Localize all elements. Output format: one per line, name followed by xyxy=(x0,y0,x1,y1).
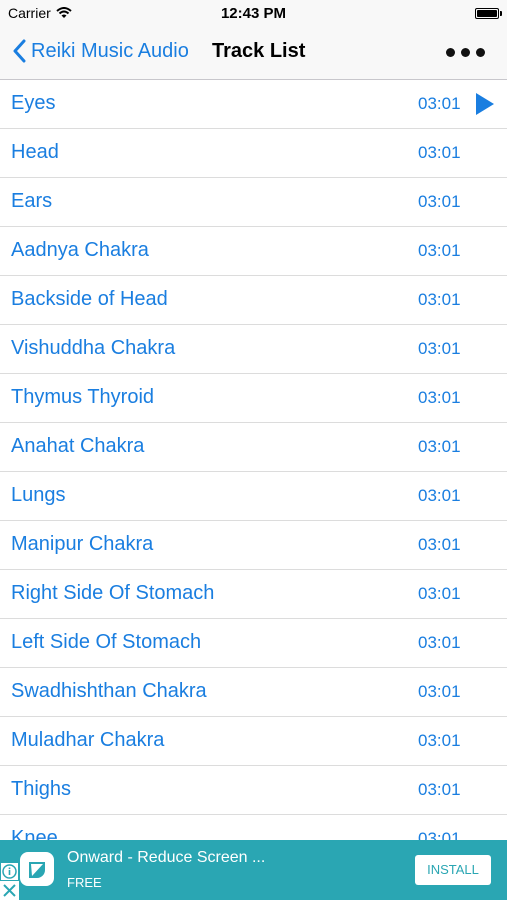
track-duration: 03:01 xyxy=(418,633,461,652)
track-row[interactable]: Lungs 03:01 xyxy=(0,472,507,521)
track-row[interactable]: Anahat Chakra 03:01 xyxy=(0,423,507,472)
track-duration: 03:01 xyxy=(418,339,461,358)
screen: Carrier 12:43 PM Reiki Music Audio Track… xyxy=(0,0,507,900)
back-label: Reiki Music Audio xyxy=(31,39,189,62)
track-row[interactable]: Eyes 03:01 xyxy=(0,80,507,129)
track-name: Lungs xyxy=(11,484,66,506)
track-duration: 03:01 xyxy=(418,94,461,113)
track-name: Thighs xyxy=(11,778,72,800)
more-dot xyxy=(476,48,485,57)
more-dots-icon[interactable] xyxy=(446,48,485,57)
battery-level xyxy=(477,10,497,17)
track-duration: 03:01 xyxy=(418,829,461,840)
track-duration: 03:01 xyxy=(418,290,461,309)
track-name: Left Side Of Stomach xyxy=(11,631,202,653)
page-title: Track List xyxy=(212,40,306,62)
track-name: Head xyxy=(11,141,59,163)
track-name: Thymus Thyroid xyxy=(11,386,155,408)
track-duration: 03:01 xyxy=(418,584,461,603)
status-bar: Carrier 12:43 PM xyxy=(0,0,507,28)
track-row[interactable]: Manipur Chakra 03:01 xyxy=(0,521,507,570)
status-time: 12:43 PM xyxy=(220,5,287,22)
track-name: Swadhishthan Chakra xyxy=(11,680,207,702)
track-duration: 03:01 xyxy=(418,241,461,260)
track-list: Eyes 03:01 Head 03:01 Ears 03:01 Aadnya Chakra… xyxy=(0,80,507,840)
track-name: Ears xyxy=(11,190,53,212)
battery-icon xyxy=(475,8,499,19)
track-name: Right Side Of Stomach xyxy=(11,582,215,604)
track-row[interactable]: Aadnya Chakra 03:01 xyxy=(0,227,507,276)
battery-tip xyxy=(500,11,502,16)
navigation-bar: Reiki Music Audio Track List xyxy=(0,28,507,80)
chevron-left-icon xyxy=(13,39,26,63)
play-icon[interactable] xyxy=(475,92,495,116)
more-dot xyxy=(461,48,470,57)
track-duration: 03:01 xyxy=(418,682,461,701)
track-duration: 03:01 xyxy=(418,388,461,407)
ad-info-icon[interactable] xyxy=(0,862,19,881)
ad-title: Onward - Reduce Screen ... xyxy=(67,849,266,866)
ad-close-icon[interactable] xyxy=(0,881,19,900)
track-row[interactable]: Right Side Of Stomach 03:01 xyxy=(0,570,507,619)
track-row[interactable]: Swadhishthan Chakra 03:01 xyxy=(0,668,507,717)
track-row[interactable]: Head 03:01 xyxy=(0,129,507,178)
install-button[interactable]: INSTALL xyxy=(415,855,491,885)
track-name: Muladhar Chakra xyxy=(11,729,165,751)
back-button[interactable]: Reiki Music Audio xyxy=(12,39,189,63)
track-row[interactable]: Backside of Head 03:01 xyxy=(0,276,507,325)
track-row[interactable]: Thighs 03:01 xyxy=(0,766,507,815)
ad-app-icon xyxy=(20,852,54,886)
track-name: Anahat Chakra xyxy=(11,435,145,457)
track-duration: 03:01 xyxy=(418,535,461,554)
track-row[interactable]: Knee 03:01 xyxy=(0,815,507,840)
ad-subtitle: FREE xyxy=(67,875,102,890)
track-duration: 03:01 xyxy=(418,437,461,456)
track-name: Vishuddha Chakra xyxy=(11,337,176,359)
track-row[interactable]: Ears 03:01 xyxy=(0,178,507,227)
track-row[interactable]: Vishuddha Chakra 03:01 xyxy=(0,325,507,374)
track-row[interactable]: Muladhar Chakra 03:01 xyxy=(0,717,507,766)
track-name: Aadnya Chakra xyxy=(11,239,149,261)
track-name: Knee xyxy=(11,827,58,840)
track-name: Eyes xyxy=(11,92,56,114)
track-name: Manipur Chakra xyxy=(11,533,154,555)
track-name: Backside of Head xyxy=(11,288,168,310)
track-row[interactable]: Thymus Thyroid 03:01 xyxy=(0,374,507,423)
track-duration: 03:01 xyxy=(418,486,461,505)
track-row[interactable]: Left Side Of Stomach 03:01 xyxy=(0,619,507,668)
track-duration: 03:01 xyxy=(418,731,461,750)
track-duration: 03:01 xyxy=(418,780,461,799)
ad-banner[interactable]: Onward - Reduce Screen ... FREE INSTALL xyxy=(0,840,507,900)
track-duration: 03:01 xyxy=(418,143,461,162)
more-dot xyxy=(446,48,455,57)
track-duration: 03:01 xyxy=(418,192,461,211)
